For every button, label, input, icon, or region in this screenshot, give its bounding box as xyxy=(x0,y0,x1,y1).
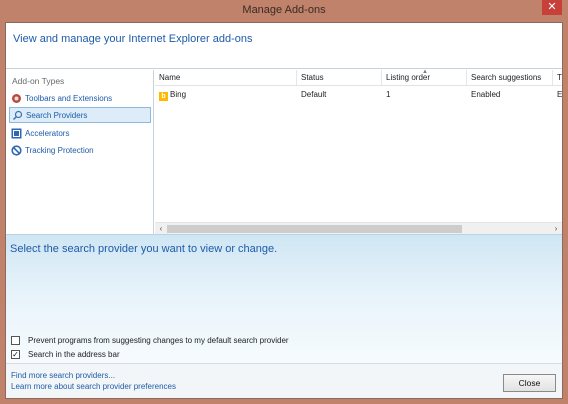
horizontal-scrollbar[interactable]: ‹ › xyxy=(155,222,562,234)
prevent-changes-checkbox[interactable] xyxy=(11,336,20,345)
close-button[interactable]: Close xyxy=(503,374,556,392)
addon-types-sidebar: Add-on Types Toolbars and Extensions Sea… xyxy=(6,70,154,234)
dialog-client-area: View and manage your Internet Explorer a… xyxy=(5,22,563,399)
addons-list: Name Status Listing order ▲ Search sugge… xyxy=(155,70,562,234)
cell-listing-order: 1 xyxy=(386,90,391,99)
sidebar-item-label: Tracking Protection xyxy=(25,145,94,155)
addon-types-heading: Add-on Types xyxy=(12,76,65,86)
window-title: Manage Add-ons xyxy=(242,4,326,16)
details-pane: Select the search provider you want to v… xyxy=(6,234,562,363)
column-header-search-suggestions[interactable]: Search suggestions xyxy=(467,70,553,86)
search-address-bar-checkbox[interactable]: ✓ xyxy=(11,350,20,359)
scroll-right-icon[interactable]: › xyxy=(552,223,560,234)
cell-name: b Bing xyxy=(155,88,186,102)
bing-logo-icon: b xyxy=(159,92,168,101)
sidebar-item-label: Search Providers xyxy=(26,110,88,120)
sort-arrow-icon: ▲ xyxy=(422,70,428,75)
scrollbar-thumb[interactable] xyxy=(167,225,462,233)
prevent-changes-label: Prevent programs from suggesting changes… xyxy=(28,336,289,345)
prevent-changes-option[interactable]: Prevent programs from suggesting changes… xyxy=(11,335,289,346)
column-header-truncated[interactable]: T xyxy=(553,70,562,86)
sidebar-item-toolbars-and-extensions[interactable]: Toolbars and Extensions xyxy=(9,90,151,106)
find-more-providers-link[interactable]: Find more search providers... xyxy=(11,371,115,380)
table-row[interactable]: b Bing Default 1 Enabled E xyxy=(155,88,562,102)
search-icon xyxy=(12,110,23,121)
details-prompt: Select the search provider you want to v… xyxy=(10,243,278,255)
column-header-name[interactable]: Name xyxy=(155,70,297,86)
header-text: View and manage your Internet Explorer a… xyxy=(13,33,253,45)
no-symbol-icon xyxy=(11,144,22,156)
cell-status: Default xyxy=(301,90,327,99)
manage-addons-window: Manage Add-ons ✕ View and manage your In… xyxy=(0,0,568,404)
title-bar[interactable]: Manage Add-ons ✕ xyxy=(0,0,568,22)
window-close-button[interactable]: ✕ xyxy=(542,0,562,15)
sidebar-item-accelerators[interactable]: Accelerators xyxy=(9,125,151,141)
dialog-header: View and manage your Internet Explorer a… xyxy=(6,23,562,69)
column-header-status[interactable]: Status xyxy=(297,70,382,86)
dialog-footer: Find more search providers... Learn more… xyxy=(6,363,562,398)
gear-icon xyxy=(11,93,22,104)
sidebar-item-search-providers[interactable]: Search Providers xyxy=(9,107,151,123)
sidebar-item-label: Toolbars and Extensions xyxy=(25,93,113,103)
search-address-bar-option[interactable]: ✓ Search in the address bar xyxy=(11,349,120,360)
accelerator-icon xyxy=(11,128,22,139)
cell-search-suggestions: Enabled xyxy=(471,90,501,99)
provider-name: Bing xyxy=(170,90,187,99)
sidebar-item-label: Accelerators xyxy=(25,128,70,138)
sidebar-item-tracking-protection[interactable]: Tracking Protection xyxy=(9,142,151,158)
scroll-left-icon[interactable]: ‹ xyxy=(157,223,165,234)
learn-more-link[interactable]: Learn more about search provider prefere… xyxy=(11,382,176,391)
cell-truncated: E xyxy=(557,90,562,99)
search-address-bar-label: Search in the address bar xyxy=(28,350,120,359)
